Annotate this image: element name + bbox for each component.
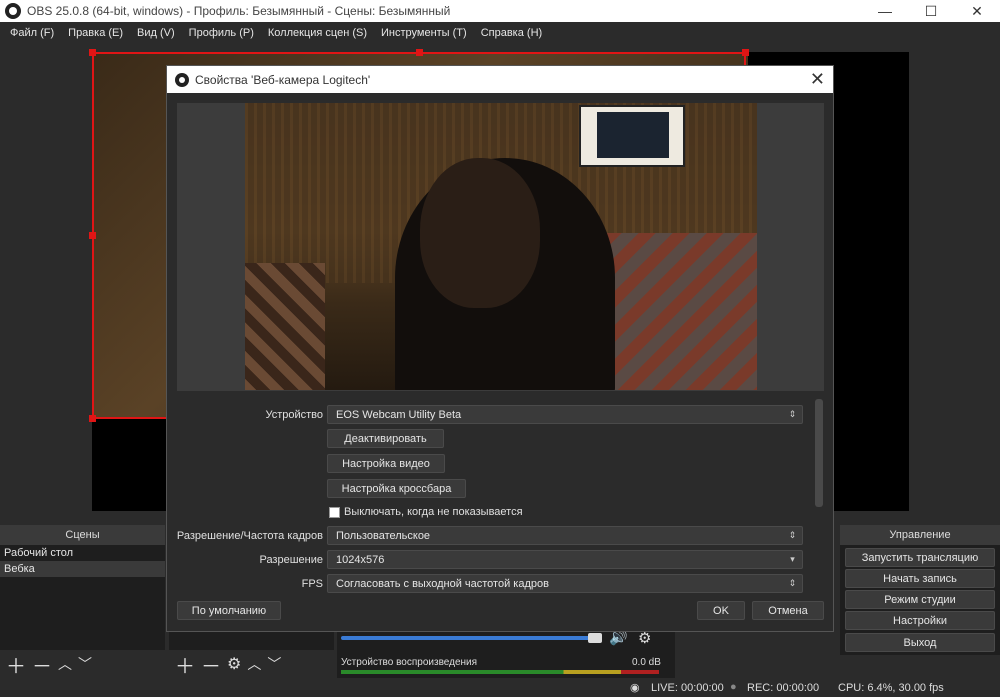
- hide-checkbox-label: Выключать, когда не показывается: [344, 506, 523, 518]
- scenes-list: Рабочий стол Вебка: [0, 545, 165, 650]
- ok-button[interactable]: OK: [697, 601, 745, 620]
- start-streaming-button[interactable]: Запустить трансляцию: [845, 548, 995, 567]
- menu-help[interactable]: Справка (H): [474, 27, 549, 39]
- device-label: Устройство: [265, 409, 323, 421]
- person-head: [420, 158, 540, 308]
- window-controls: — ☐ ✕: [862, 0, 1000, 22]
- remove-source-icon[interactable]: －: [201, 650, 221, 679]
- res-fps-label: Разрешение/Частота кадров: [176, 530, 323, 542]
- dialog-close-button[interactable]: ✕: [810, 69, 825, 90]
- select-arrows-icon: ⇕: [788, 578, 797, 588]
- menu-scene-collection[interactable]: Коллекция сцен (S): [261, 27, 374, 39]
- resize-handle[interactable]: [89, 415, 96, 422]
- sofa-right: [605, 233, 757, 390]
- resize-handle[interactable]: [89, 232, 96, 239]
- properties-dialog: Свойства 'Веб-камера Logitech' ✕ Устройс…: [166, 65, 834, 632]
- start-recording-button[interactable]: Начать запись: [845, 569, 995, 588]
- move-up-icon[interactable]: ︿: [58, 654, 72, 674]
- sources-toolbar: ＋ － ⚙ ︿ ﹀: [169, 650, 334, 678]
- source-settings-gear-icon[interactable]: ⚙: [227, 654, 241, 674]
- obs-logo-icon: [175, 72, 189, 87]
- menu-file[interactable]: Файл (F): [3, 27, 61, 39]
- scene-item[interactable]: Рабочий стол: [0, 545, 165, 561]
- controls-dock-header: Управление: [840, 525, 1000, 545]
- resize-handle[interactable]: [416, 49, 423, 56]
- sources-list: [169, 632, 334, 650]
- scenes-toolbar: ＋ － ︿ ﹀: [0, 650, 165, 678]
- mixer-device-label: Устройство воспроизведения: [341, 657, 478, 668]
- webcam-preview: [245, 103, 757, 390]
- rec-status: REC: 00:00:00: [747, 682, 820, 694]
- deactivate-button[interactable]: Деактивировать: [327, 429, 444, 448]
- controls-title: Управление: [889, 529, 951, 541]
- fps-value: Согласовать с выходной частотой кадров: [336, 577, 549, 590]
- live-status: LIVE: 00:00:00: [651, 682, 724, 694]
- resolution-value: 1024x576: [336, 553, 385, 566]
- scenes-dock-header: Сцены: [0, 525, 165, 545]
- menu-edit[interactable]: Правка (E): [61, 27, 130, 39]
- window-title: OBS 25.0.8 (64-bit, windows) - Профиль: …: [27, 4, 451, 18]
- exit-button[interactable]: Выход: [845, 633, 995, 652]
- cancel-button[interactable]: Отмена: [752, 601, 824, 620]
- device-select[interactable]: EOS Webcam Utility Beta ⇕: [327, 405, 803, 424]
- hide-when-inactive-checkbox[interactable]: [329, 507, 340, 518]
- scene-item-selected[interactable]: Вебка: [0, 561, 165, 577]
- chevron-down-icon[interactable]: ▾: [783, 551, 802, 568]
- mixer-level: 0.0 dB: [632, 657, 661, 668]
- scenes-title: Сцены: [65, 529, 100, 541]
- add-source-icon[interactable]: ＋: [175, 650, 195, 679]
- res-fps-value: Пользовательское: [336, 529, 431, 542]
- resize-handle[interactable]: [89, 49, 96, 56]
- menu-bar: Файл (F) Правка (E) Вид (V) Профиль (P) …: [0, 22, 1000, 44]
- minimize-button[interactable]: —: [862, 0, 908, 22]
- add-scene-icon[interactable]: ＋: [6, 650, 26, 679]
- resize-handle[interactable]: [742, 49, 749, 56]
- fps-label: FPS: [301, 578, 323, 590]
- resolution-label: Разрешение: [259, 554, 323, 566]
- title-bar: OBS 25.0.8 (64-bit, windows) - Профиль: …: [0, 0, 1000, 22]
- cpu-status: CPU: 6.4%, 30.00 fps: [838, 682, 944, 694]
- settings-button[interactable]: Настройки: [845, 611, 995, 630]
- select-arrows-icon: ⇕: [788, 409, 797, 419]
- defaults-button[interactable]: По умолчанию: [177, 601, 281, 620]
- move-up-icon[interactable]: ︿: [247, 654, 261, 674]
- move-down-icon[interactable]: ﹀: [78, 654, 92, 674]
- status-bar: ◉ LIVE: 00:00:00 ● REC: 00:00:00 CPU: 6.…: [0, 678, 1000, 697]
- sofa-left: [245, 263, 325, 390]
- menu-tools[interactable]: Инструменты (T): [374, 27, 474, 39]
- device-value: EOS Webcam Utility Beta: [336, 408, 462, 421]
- volume-slider-handle[interactable]: [588, 633, 602, 643]
- close-window-button[interactable]: ✕: [954, 0, 1000, 22]
- res-fps-select[interactable]: Пользовательское ⇕: [327, 526, 803, 545]
- menu-view[interactable]: Вид (V): [130, 27, 182, 39]
- volume-slider[interactable]: [341, 636, 601, 640]
- obs-logo-icon: [5, 3, 21, 19]
- dialog-title: Свойства 'Веб-камера Logitech': [195, 72, 371, 87]
- resolution-combobox[interactable]: 1024x576 ▾: [327, 550, 803, 569]
- fps-select[interactable]: Согласовать с выходной частотой кадров ⇕: [327, 574, 803, 593]
- menu-profile[interactable]: Профиль (P): [182, 27, 261, 39]
- maximize-button[interactable]: ☐: [908, 0, 954, 22]
- video-settings-button[interactable]: Настройка видео: [327, 454, 445, 473]
- studio-mode-button[interactable]: Режим студии: [845, 590, 995, 609]
- dialog-title-bar: Свойства 'Веб-камера Logitech' ✕: [167, 66, 833, 93]
- move-down-icon[interactable]: ﹀: [267, 654, 281, 674]
- remove-scene-icon[interactable]: －: [32, 650, 52, 679]
- select-arrows-icon: ⇕: [788, 530, 797, 540]
- properties-scrollbar[interactable]: [815, 399, 823, 507]
- rec-dot-icon: ●: [730, 681, 737, 693]
- live-icon: ◉: [630, 682, 640, 694]
- audio-level-meter: [341, 670, 659, 674]
- crossbar-settings-button[interactable]: Настройка кроссбара: [327, 479, 466, 498]
- wall-poster: [579, 105, 685, 167]
